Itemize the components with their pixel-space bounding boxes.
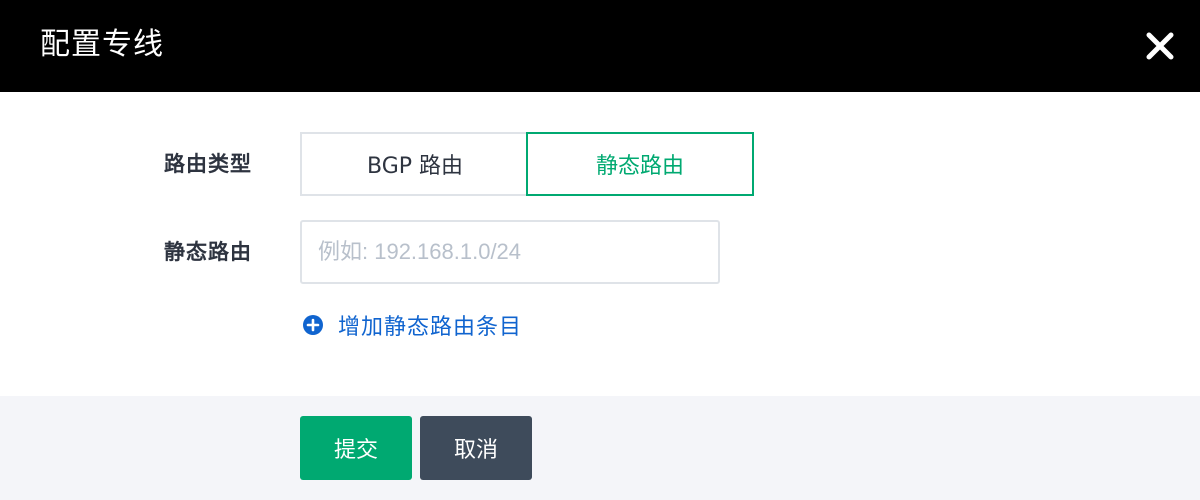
route-type-label: 路由类型 [164, 152, 252, 176]
cancel-button[interactable]: 取消 [420, 416, 532, 480]
close-icon[interactable] [1140, 26, 1180, 66]
static-route-input[interactable] [300, 220, 720, 284]
add-static-route-label: 增加静态路由条目 [338, 315, 523, 340]
static-route-label: 静态路由 [164, 240, 252, 264]
dialog-header: 配置专线 [0, 0, 1200, 92]
add-static-route-link[interactable]: 增加静态路由条目 [300, 308, 522, 342]
dialog-footer [0, 396, 1200, 500]
plus-circle-icon [302, 314, 324, 336]
submit-button[interactable]: 提交 [300, 416, 412, 480]
route-type-option-bgp[interactable]: BGP 路由 [300, 132, 528, 196]
dialog-title: 配置专线 [40, 27, 164, 62]
route-type-option-static[interactable]: 静态路由 [526, 132, 754, 196]
